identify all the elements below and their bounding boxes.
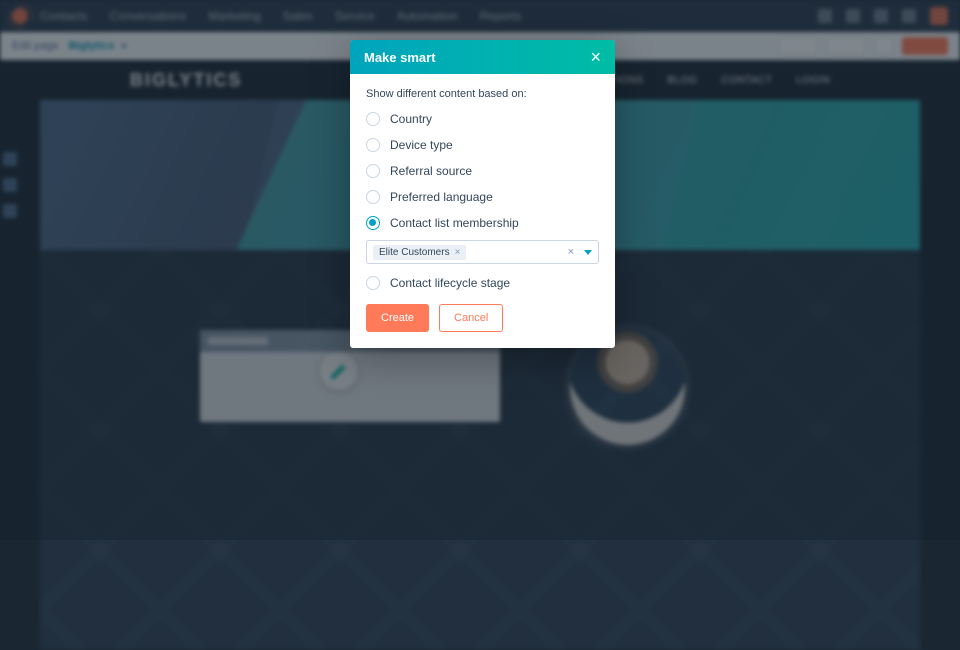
radio-referral-source[interactable]: Referral source — [366, 164, 599, 178]
radio-label: Contact lifecycle stage — [390, 276, 510, 290]
radio-icon — [366, 190, 380, 204]
radio-label: Country — [390, 112, 432, 126]
create-button[interactable]: Create — [366, 304, 429, 332]
make-smart-modal: Make smart × Show different content base… — [350, 40, 615, 348]
radio-preferred-language[interactable]: Preferred language — [366, 190, 599, 204]
chip-text: Elite Customers — [379, 247, 450, 258]
cancel-button[interactable]: Cancel — [439, 304, 503, 332]
modal-header: Make smart × — [350, 40, 615, 74]
radio-icon — [366, 138, 380, 152]
radio-icon — [366, 216, 380, 230]
close-icon[interactable]: × — [590, 48, 601, 66]
radio-label: Referral source — [390, 164, 472, 178]
radio-contact-lifecycle-stage[interactable]: Contact lifecycle stage — [366, 276, 599, 290]
radio-icon — [366, 164, 380, 178]
chevron-down-icon[interactable] — [584, 250, 592, 255]
radio-country[interactable]: Country — [366, 112, 599, 126]
radio-icon — [366, 276, 380, 290]
radio-label: Contact list membership — [390, 216, 519, 230]
radio-label: Device type — [390, 138, 453, 152]
selected-chip: Elite Customers × — [373, 245, 466, 260]
contact-list-select[interactable]: Elite Customers × × — [366, 240, 599, 264]
modal-title: Make smart — [364, 50, 436, 65]
clear-select-icon[interactable]: × — [568, 246, 574, 258]
radio-contact-list-membership[interactable]: Contact list membership — [366, 216, 599, 230]
radio-icon — [366, 112, 380, 126]
remove-chip-icon[interactable]: × — [455, 247, 461, 258]
modal-prompt: Show different content based on: — [366, 88, 599, 100]
radio-label: Preferred language — [390, 190, 493, 204]
radio-device-type[interactable]: Device type — [366, 138, 599, 152]
